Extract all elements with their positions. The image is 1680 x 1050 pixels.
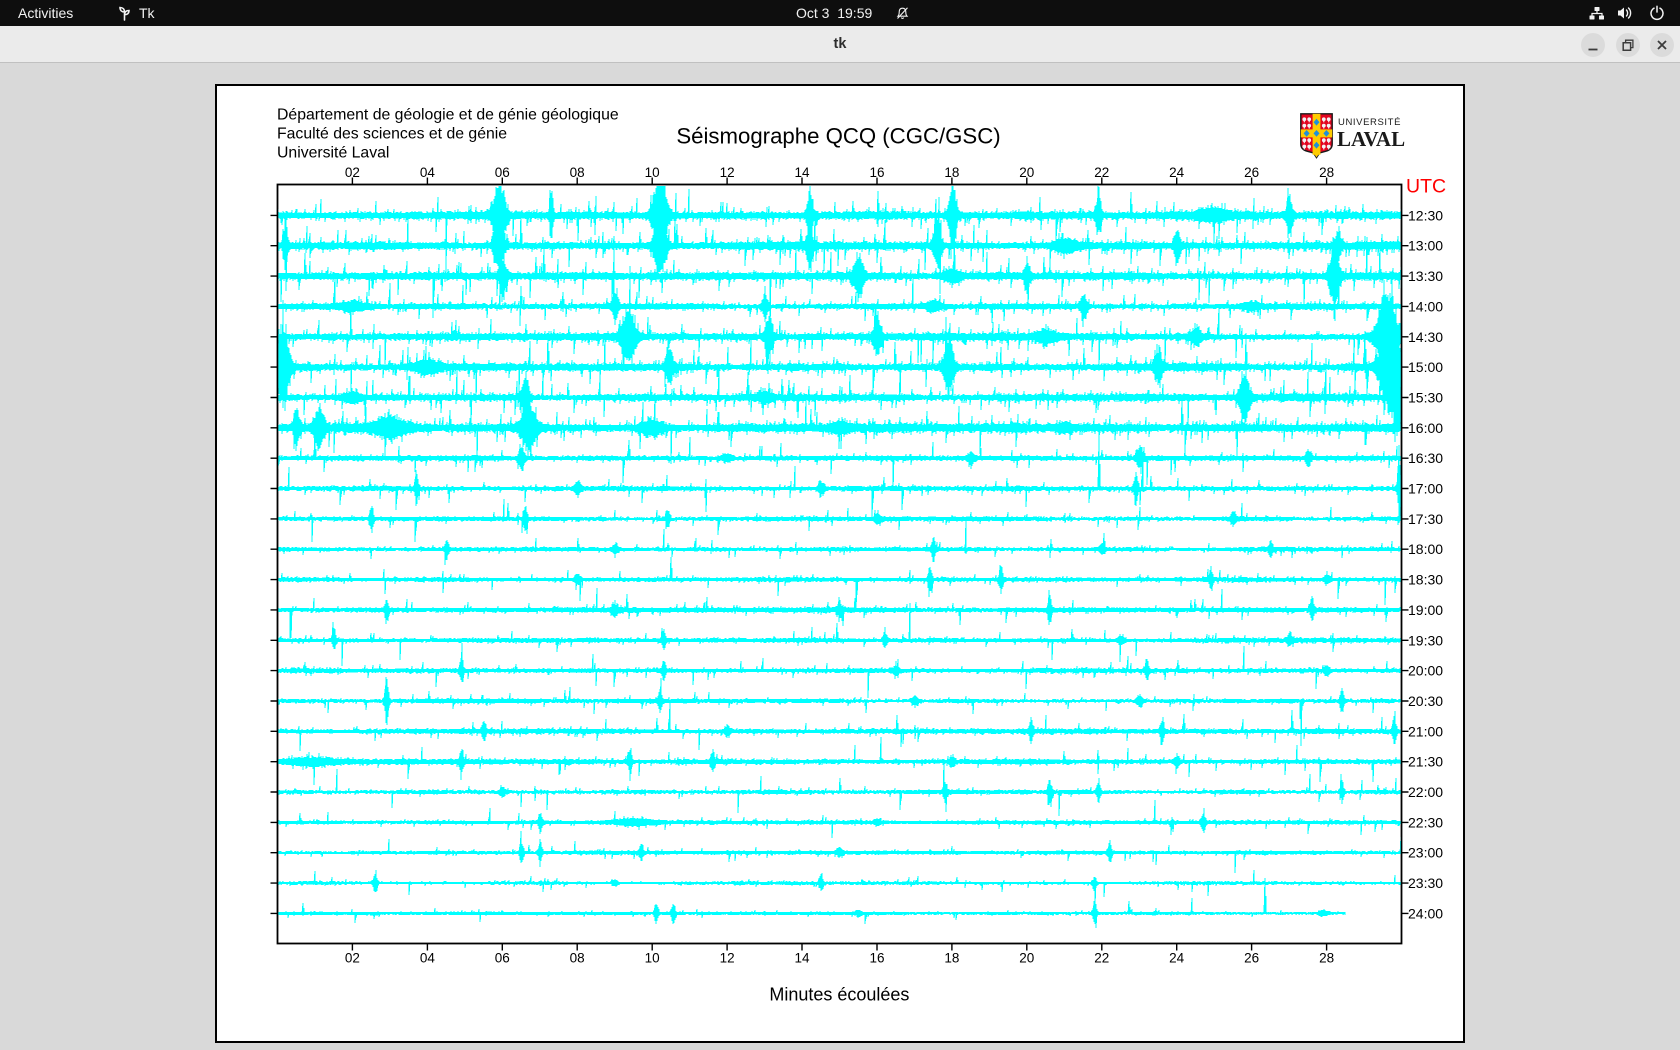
- svg-text:26: 26: [1244, 165, 1259, 180]
- svg-text:08: 08: [570, 951, 585, 966]
- svg-text:28: 28: [1319, 951, 1334, 966]
- svg-text:24:00: 24:00: [1408, 905, 1443, 921]
- svg-text:17:30: 17:30: [1408, 511, 1443, 527]
- svg-text:06: 06: [495, 951, 510, 966]
- svg-text:19:00: 19:00: [1408, 602, 1443, 618]
- svg-text:22: 22: [1094, 165, 1109, 180]
- svg-text:19:30: 19:30: [1408, 632, 1443, 648]
- svg-text:12: 12: [720, 951, 735, 966]
- svg-text:10: 10: [645, 165, 660, 180]
- svg-text:14: 14: [794, 951, 810, 966]
- svg-text:12: 12: [720, 165, 735, 180]
- svg-text:Séismographe QCQ (CGC/GSC): Séismographe QCQ (CGC/GSC): [676, 124, 1000, 149]
- svg-text:16:30: 16:30: [1408, 450, 1443, 466]
- svg-text:Université Laval: Université Laval: [277, 145, 389, 162]
- svg-text:16: 16: [869, 951, 884, 966]
- svg-text:16:00: 16:00: [1408, 420, 1443, 436]
- svg-text:UTC: UTC: [1406, 176, 1446, 198]
- svg-text:04: 04: [420, 951, 436, 966]
- svg-text:20: 20: [1019, 165, 1034, 180]
- svg-text:24: 24: [1169, 951, 1185, 966]
- svg-text:28: 28: [1319, 165, 1334, 180]
- svg-text:13:00: 13:00: [1408, 238, 1443, 254]
- svg-text:14:30: 14:30: [1408, 329, 1443, 345]
- svg-text:Département de géologie et de: Département de géologie et de génie géol…: [277, 107, 619, 124]
- svg-text:Faculté des sciences et de gén: Faculté des sciences et de génie: [277, 126, 507, 143]
- svg-text:14: 14: [794, 165, 810, 180]
- svg-text:04: 04: [420, 165, 436, 180]
- svg-text:20: 20: [1019, 951, 1034, 966]
- svg-text:22: 22: [1094, 951, 1109, 966]
- svg-text:22:00: 22:00: [1408, 784, 1443, 800]
- svg-text:14:00: 14:00: [1408, 298, 1443, 314]
- svg-text:Minutes écoulées: Minutes écoulées: [769, 985, 909, 1005]
- svg-text:15:00: 15:00: [1408, 359, 1443, 375]
- svg-text:23:00: 23:00: [1408, 845, 1443, 861]
- svg-text:06: 06: [495, 165, 510, 180]
- svg-text:18: 18: [944, 165, 959, 180]
- svg-text:24: 24: [1169, 165, 1185, 180]
- svg-text:18:00: 18:00: [1408, 541, 1443, 557]
- svg-text:LAVAL: LAVAL: [1337, 127, 1405, 151]
- svg-text:26: 26: [1244, 951, 1259, 966]
- svg-text:23:30: 23:30: [1408, 875, 1443, 891]
- svg-text:17:00: 17:00: [1408, 481, 1443, 497]
- svg-text:21:30: 21:30: [1408, 754, 1443, 770]
- svg-text:20:30: 20:30: [1408, 693, 1443, 709]
- svg-text:22:30: 22:30: [1408, 814, 1443, 830]
- svg-text:16: 16: [869, 165, 884, 180]
- svg-text:20:00: 20:00: [1408, 663, 1443, 679]
- svg-text:18: 18: [944, 951, 959, 966]
- svg-text:10: 10: [645, 951, 660, 966]
- svg-text:18:30: 18:30: [1408, 572, 1443, 588]
- svg-text:08: 08: [570, 165, 585, 180]
- svg-text:02: 02: [345, 951, 360, 966]
- svg-text:02: 02: [345, 165, 360, 180]
- svg-text:13:30: 13:30: [1408, 268, 1443, 284]
- svg-text:12:30: 12:30: [1408, 207, 1443, 223]
- svg-text:21:00: 21:00: [1408, 723, 1443, 739]
- svg-text:15:30: 15:30: [1408, 390, 1443, 406]
